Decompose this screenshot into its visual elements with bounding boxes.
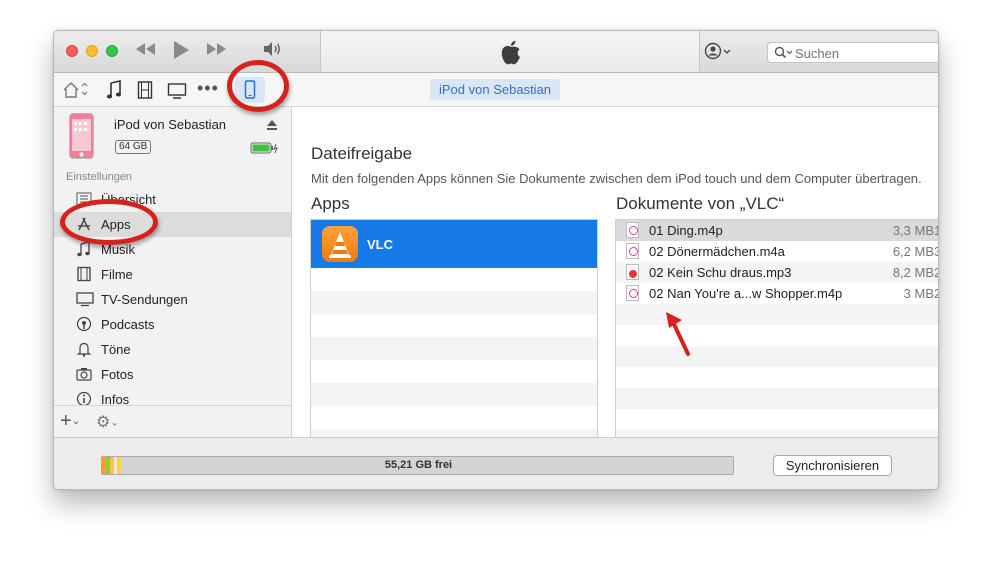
podcast-icon <box>76 316 92 335</box>
sidebar-item-label: Filme <box>101 267 133 282</box>
document-name: 02 Kein Schu draus.mp3 <box>649 265 792 280</box>
tv-icon <box>76 291 94 310</box>
search-icon <box>774 46 794 65</box>
sidebar-item-label: Podcasts <box>101 317 155 332</box>
tv-icon[interactable] <box>167 80 187 106</box>
search-field[interactable] <box>767 42 938 65</box>
camera-icon <box>76 366 92 385</box>
documents-heading: Dokumente von „VLC“ <box>616 194 785 213</box>
document-row[interactable]: 01 Ding.m4p 3,3 MB 1 <box>616 220 938 241</box>
sidebar-item-tones[interactable]: Töne <box>54 337 291 362</box>
document-row[interactable]: 02 Dönermädchen.m4a 6,2 MB 3 <box>616 241 938 262</box>
home-icon[interactable] <box>62 80 90 106</box>
document-column-overflow: 3 <box>934 244 938 259</box>
empty-row <box>311 337 597 360</box>
annotation-circle <box>60 199 158 245</box>
film-icon[interactable] <box>137 80 153 106</box>
film-icon <box>76 266 92 285</box>
document-size: 3,3 MB <box>892 223 934 238</box>
capacity-badge: 64 GB <box>115 140 152 154</box>
sync-button[interactable]: Synchronisieren <box>773 455 892 476</box>
zoom-button[interactable] <box>106 45 118 57</box>
apple-logo-icon <box>499 40 523 71</box>
sidebar-item-label: TV-Sendungen <box>101 292 188 307</box>
ipod-thumbnail-icon <box>69 113 94 159</box>
vlc-cone-icon <box>322 226 358 262</box>
app-name: VLC <box>367 237 393 252</box>
play-icon[interactable] <box>171 39 191 67</box>
more-icon[interactable]: ••• <box>197 78 219 98</box>
document-column-overflow: 2 <box>934 286 938 301</box>
main-content: Dateifreigabe Mit den folgenden Apps kön… <box>293 107 938 437</box>
search-input[interactable] <box>795 45 935 61</box>
battery-icon <box>250 141 280 159</box>
title-bar <box>54 31 938 73</box>
sidebar-item-label: Töne <box>101 342 131 357</box>
music-icon <box>76 241 92 260</box>
rewind-icon[interactable] <box>134 41 158 63</box>
itunes-window: ••• iPod von Sebastian iPod von Sebastia… <box>53 30 939 490</box>
sidebar-bottom-bar: +⌄ ⚙⌄ <box>54 405 291 437</box>
sidebar: iPod von Sebastian 64 GB Einstellungen Ü… <box>54 107 292 437</box>
minimize-button[interactable] <box>86 45 98 57</box>
empty-row <box>616 430 938 437</box>
app-row-vlc[interactable]: VLC <box>311 220 597 268</box>
account-button[interactable] <box>704 42 734 62</box>
sidebar-item-photos[interactable]: Fotos <box>54 362 291 387</box>
document-column-overflow: 1 <box>934 223 938 238</box>
capacity-bar: 55,21 GB frei <box>101 456 734 475</box>
m4a-file-icon <box>626 243 639 259</box>
sidebar-item-label: Fotos <box>101 367 134 382</box>
file-sharing-description: Mit den folgenden Apps können Sie Dokume… <box>311 171 922 186</box>
annotation-arrow <box>666 312 690 356</box>
gear-icon[interactable]: ⚙⌄ <box>96 412 119 432</box>
document-size: 3 MB <box>903 286 934 301</box>
file-sharing-title: Dateifreigabe <box>311 144 413 163</box>
lcd-display <box>320 31 700 72</box>
free-space-label: 55,21 GB frei <box>384 459 453 471</box>
fast-forward-icon[interactable] <box>204 41 228 63</box>
device-name: iPod von Sebastian <box>114 117 227 132</box>
document-name: 01 Ding.m4p <box>649 223 723 238</box>
device-button[interactable]: iPod von Sebastian <box>430 79 561 100</box>
empty-row <box>311 291 597 314</box>
document-name: 02 Dönermädchen.m4a <box>649 244 785 259</box>
empty-row <box>311 429 597 437</box>
close-button[interactable] <box>66 45 78 57</box>
document-row[interactable]: 02 Nan You're a...w Shopper.m4p 3 MB 2 <box>616 283 938 304</box>
bell-icon <box>76 341 92 360</box>
m4p-file-icon <box>626 222 639 238</box>
plus-icon[interactable]: +⌄ <box>60 410 80 433</box>
mp3-file-icon <box>626 264 639 280</box>
document-size: 6,2 MB <box>892 244 934 259</box>
document-column-overflow: 2 <box>934 265 938 280</box>
m4p-file-icon <box>626 285 639 301</box>
settings-section-label: Einstellungen <box>66 171 133 183</box>
annotation-circle <box>227 60 289 112</box>
sidebar-item-movies[interactable]: Filme <box>54 262 291 287</box>
music-note-icon[interactable] <box>106 80 122 106</box>
media-toolbar: ••• iPod von Sebastian <box>54 73 938 107</box>
sidebar-item-podcasts[interactable]: Podcasts <box>54 312 291 337</box>
eject-icon[interactable] <box>266 118 278 136</box>
empty-row <box>616 388 938 409</box>
apps-list: VLC <box>310 219 598 437</box>
apps-heading: Apps <box>311 194 350 213</box>
status-bar: 55,21 GB frei Synchronisieren <box>54 437 938 489</box>
document-size: 8,2 MB <box>892 265 934 280</box>
empty-row <box>311 383 597 406</box>
document-name: 02 Nan You're a...w Shopper.m4p <box>649 286 843 301</box>
sidebar-item-tv-shows[interactable]: TV-Sendungen <box>54 287 291 312</box>
document-row[interactable]: 02 Kein Schu draus.mp3 8,2 MB 2 <box>616 262 938 283</box>
